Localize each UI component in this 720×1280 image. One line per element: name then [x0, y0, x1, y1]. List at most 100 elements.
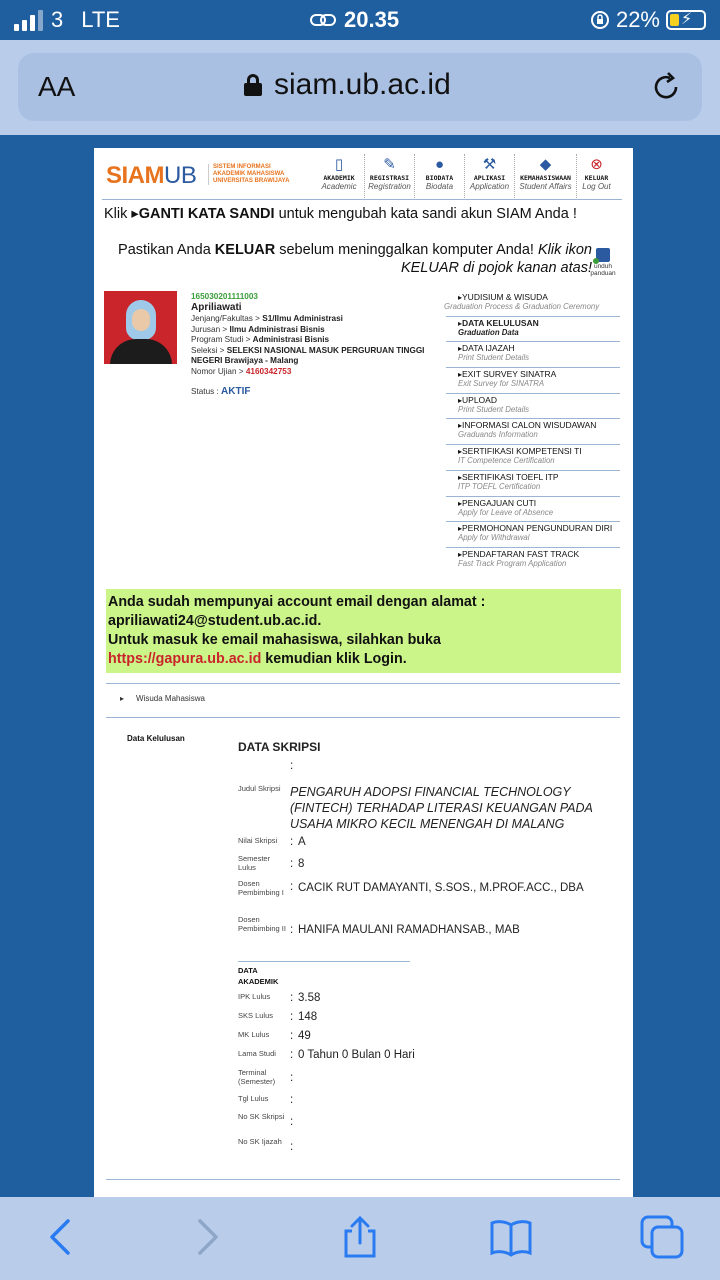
menu-sub: Exit Survey for SINATRA — [458, 379, 545, 389]
logo-ub: UB — [164, 162, 197, 189]
field-label: MK Lulus — [238, 1030, 270, 1039]
menu-title: PERMOHONAN PENGUNDURAN DIRI — [458, 523, 620, 533]
logo-subtitle-line: UNIVERSITAS BRAWIJAYA — [213, 178, 290, 184]
address-bar[interactable]: AA siam.ub.ac.id — [18, 53, 702, 121]
empty-row: : — [238, 760, 298, 772]
web-page: SIAMUB SISTEM INFORMASI AKADEMIK MAHASIS… — [94, 148, 633, 1198]
semester-lulus: 8 — [298, 858, 305, 870]
field-value: SELEKSI NASIONAL MASUK PERGURUAN TINGGI … — [191, 345, 425, 366]
menu-calon-wisudawan[interactable]: INFORMASI CALON WISUDAWANGraduands Infor… — [446, 419, 620, 446]
url-field[interactable]: siam.ub.ac.id — [244, 68, 451, 102]
data-skripsi-title: DATA SKRIPSI — [238, 740, 321, 754]
student-prodi: Program Studi > Administrasi Bisnis — [191, 335, 446, 346]
logout-notice: Pastikan Anda KELUAR sebelum meninggalka… — [108, 241, 592, 277]
nav-kemahasiswaan[interactable]: ◆ KEMAHASISWAAN Student Affairs — [514, 154, 576, 198]
menu-sub: Graduation Process & Graduation Ceremony — [444, 302, 600, 311]
email-text: kemudian klik Login. — [261, 651, 407, 667]
field-value: Ilmu Administrasi Bisnis — [229, 324, 325, 334]
tabs-icon[interactable] — [640, 1215, 684, 1259]
field-label: Status : — [191, 387, 222, 396]
colon: : — [290, 924, 294, 936]
colon: : — [290, 1030, 294, 1042]
share-icon[interactable] — [338, 1215, 382, 1259]
change-password-link[interactable]: ▸GANTI KATA SANDI — [131, 206, 274, 222]
url-text: siam.ub.ac.id — [274, 68, 451, 101]
dosen-pembimbing-1: CACIK RUT DAMAYANTI, S.SOS., M.PROF.ACC.… — [298, 882, 584, 894]
nav-keluar[interactable]: ⊗ KELUAR Log Out — [576, 154, 616, 198]
field-label: Jurusan > — [191, 324, 230, 334]
notice-text: Pastikan Anda — [118, 242, 215, 258]
colon: : — [290, 1094, 294, 1106]
terminal-row: Terminal (Semester) : — [238, 1068, 298, 1086]
notice-text: sebelum meninggalkan komputer Anda! — [275, 242, 538, 258]
graduation-cap-icon: ◆ — [539, 156, 552, 173]
nosk-ijazah-row: No SK Ijazah : — [238, 1137, 298, 1153]
notice-text: Klik — [104, 206, 132, 222]
nilai-row: Nilai Skripsi : A — [238, 836, 306, 849]
download-guide-icon — [593, 248, 610, 264]
gapura-link[interactable]: https://gapura.ub.ac.id — [108, 651, 261, 667]
field-label: IPK Lulus — [238, 992, 271, 1001]
colon: : — [290, 858, 294, 870]
field-label: Semester Lulus — [238, 854, 271, 872]
nav-biodata[interactable]: ● BIODATA Biodata — [414, 154, 464, 198]
siamub-logo[interactable]: SIAMUB — [106, 162, 197, 190]
back-icon[interactable] — [38, 1215, 82, 1259]
colon: : — [290, 1011, 294, 1023]
menu-title: PENGAJUAN CUTI — [458, 498, 620, 508]
nav-label: BIODATA — [425, 174, 454, 182]
colon: : — [290, 1049, 294, 1061]
signal-icon — [14, 9, 43, 31]
student-status: Status : AKTIF — [191, 386, 446, 398]
menu-sertifikasi-ti[interactable]: SERTIFIKASI KOMPETENSI TIIT Competence C… — [446, 445, 620, 471]
nav-sub: Registration — [368, 182, 411, 191]
nav-label: REGISTRASI — [369, 174, 410, 182]
logo-subtitle-line: AKADEMIK MAHASISWA — [213, 171, 285, 177]
text-size-button[interactable]: AA — [38, 71, 75, 103]
menu-upload[interactable]: UPLOADPrint Student Details — [446, 394, 620, 420]
change-password-label: GANTI KATA SANDI — [138, 206, 275, 222]
divider — [238, 961, 410, 962]
logo-subtitle-line: SISTEM INFORMASI — [213, 164, 271, 170]
logo-main: SIAM — [106, 162, 165, 189]
menu-cuti[interactable]: PENGAJUAN CUTIApply for Leave of Absence — [446, 497, 620, 523]
menu-sub: ITP TOEFL Certification — [458, 481, 541, 491]
menu-yudisium[interactable]: YUDISIUM & WISUDAGraduation Process & Gr… — [444, 291, 620, 317]
forward-icon[interactable] — [186, 1215, 230, 1259]
nav-registrasi[interactable]: ✎ REGISTRASI Registration — [364, 154, 414, 198]
nav-aplikasi[interactable]: ⚒ APLIKASI Application — [464, 154, 514, 198]
bookmarks-icon[interactable] — [489, 1215, 533, 1259]
nav-akademik[interactable]: ▯ AKADEMIK Academic — [314, 154, 364, 198]
download-guide-button[interactable]: unduh panduan — [588, 248, 618, 277]
student-name: Apriliawati — [191, 301, 242, 313]
field-value: Administrasi Bisnis — [252, 335, 330, 344]
menu-sub: Graduation Data — [458, 327, 519, 337]
menu-fast-track[interactable]: PENDAFTARAN FAST TRACKFast Track Program… — [446, 548, 620, 574]
colon: : — [290, 1141, 294, 1153]
clock: 20.35 — [344, 7, 400, 32]
menu-data-kelulusan[interactable]: DATA KELULUSANGraduation Data — [446, 317, 620, 343]
data-akademik-title: DATA AKADEMIK — [238, 966, 279, 986]
breadcrumb-wisuda[interactable]: Wisuda Mahasiswa — [120, 694, 205, 703]
reload-icon[interactable] — [648, 69, 684, 105]
orientation-lock-icon — [590, 11, 609, 29]
menu-sub: Fast Track Program Application — [458, 558, 567, 568]
main-nav: ▯ AKADEMIK Academic ✎ REGISTRASI Registr… — [314, 154, 616, 198]
nosk-skripsi-row: No SK Skripsi : — [238, 1112, 298, 1128]
field-label: No SK Ijazah — [238, 1137, 282, 1146]
nav-label: KEMAHASISWAAN — [520, 174, 571, 182]
menu-toefl[interactable]: SERTIFIKASI TOEFL ITPITP TOEFL Certifica… — [446, 471, 620, 497]
tgl-row: Tgl Lulus : — [238, 1094, 298, 1106]
menu-pengunduran-diri[interactable]: PERMOHONAN PENGUNDURAN DIRIApply for Wit… — [446, 522, 620, 548]
menu-exit-survey[interactable]: EXIT SURVEY SINATRAExit Survey for SINAT… — [446, 368, 620, 394]
side-menu: YUDISIUM & WISUDAGraduation Process & Gr… — [444, 291, 620, 574]
network-type: LTE — [81, 7, 120, 32]
menu-title: UPLOAD — [458, 395, 620, 405]
text-size-label: AA — [38, 71, 76, 102]
judul-row: Judul Skripsi PENGARUH ADOPSI FINANCIAL … — [238, 784, 620, 832]
student-fakultas: Jenjang/Fakultas > S1/Ilmu Administrasi — [191, 314, 446, 325]
logo-subtitle: SISTEM INFORMASI AKADEMIK MAHASISWA UNIV… — [208, 164, 289, 185]
wrench-icon: ⚒ — [482, 156, 497, 173]
menu-data-ijazah[interactable]: DATA IJAZAHPrint Student Details — [446, 342, 620, 369]
close-icon: ⊗ — [590, 156, 603, 173]
